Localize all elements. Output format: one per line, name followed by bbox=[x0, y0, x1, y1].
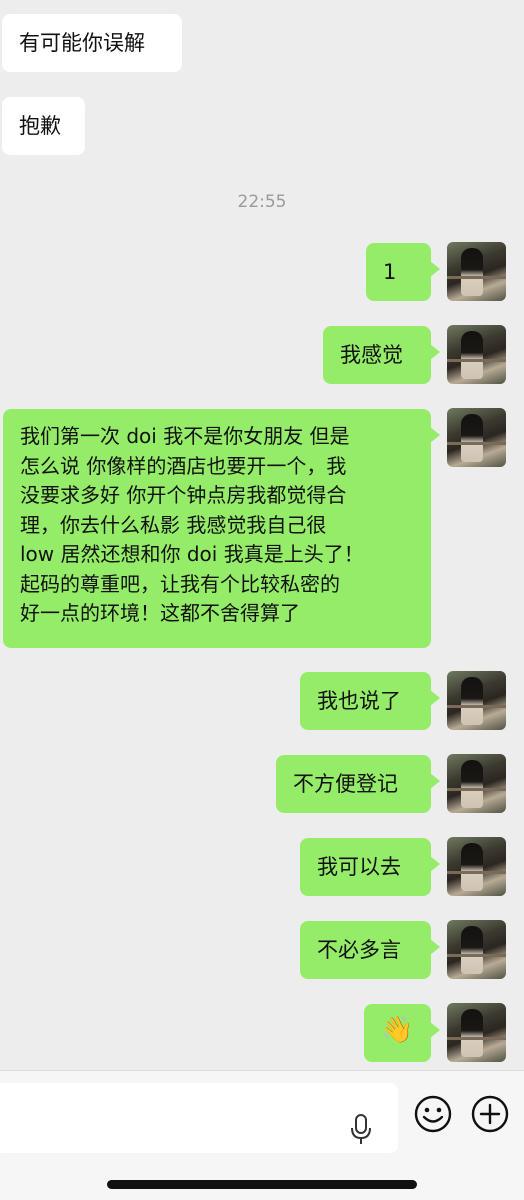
outgoing-message[interactable]: 我可以去 bbox=[300, 838, 440, 896]
user-avatar[interactable] bbox=[447, 1003, 506, 1062]
outgoing-message[interactable]: 不必多言 bbox=[300, 921, 440, 979]
home-indicator[interactable] bbox=[107, 1180, 417, 1189]
user-avatar[interactable] bbox=[447, 837, 506, 896]
plus-icon[interactable] bbox=[470, 1094, 510, 1134]
message-input[interactable] bbox=[0, 1083, 398, 1153]
incoming-message[interactable]: 抱歉 bbox=[2, 97, 85, 155]
outgoing-message[interactable]: 不方便登记 bbox=[276, 755, 440, 813]
user-avatar[interactable] bbox=[447, 671, 506, 730]
incoming-message[interactable]: 有可能你误解 bbox=[2, 14, 182, 72]
outgoing-message[interactable]: 我也说了 bbox=[300, 672, 440, 730]
user-avatar[interactable] bbox=[447, 242, 506, 301]
outgoing-message[interactable]: 👋 bbox=[364, 1004, 440, 1062]
user-avatar[interactable] bbox=[447, 325, 506, 384]
message-timestamp: 22:55 bbox=[237, 192, 287, 212]
user-avatar[interactable] bbox=[447, 408, 506, 467]
outgoing-message[interactable]: 我感觉 bbox=[323, 326, 440, 384]
microphone-icon[interactable] bbox=[349, 1113, 373, 1147]
smiley-icon[interactable] bbox=[413, 1094, 453, 1134]
user-avatar[interactable] bbox=[447, 754, 506, 813]
user-avatar[interactable] bbox=[447, 920, 506, 979]
outgoing-message[interactable]: 1 bbox=[366, 243, 440, 301]
outgoing-message[interactable]: 我们第一次 doi 我不是你女朋友 但是 怎么说 你像样的酒店也要开一个，我 没… bbox=[3, 409, 440, 648]
